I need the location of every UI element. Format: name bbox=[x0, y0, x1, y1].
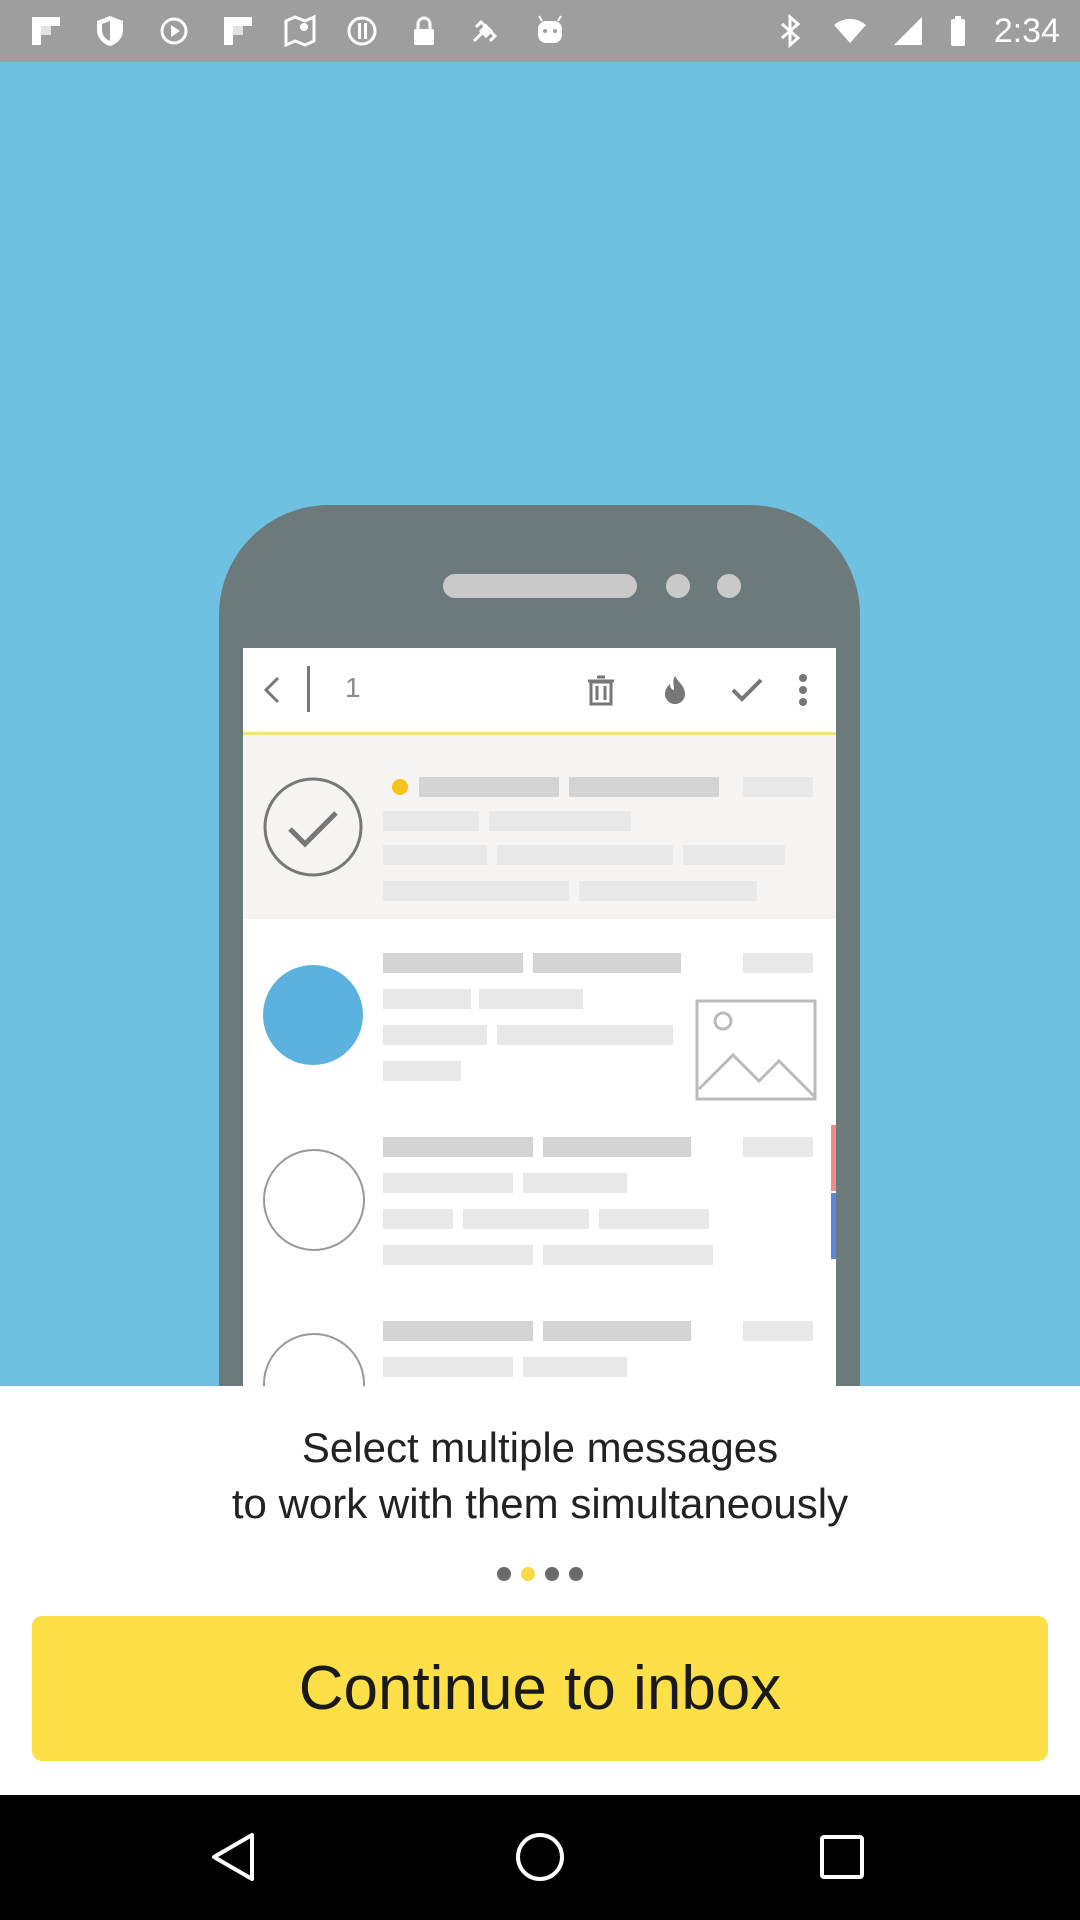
recents-nav-icon[interactable] bbox=[812, 1827, 872, 1887]
placeholder-bar bbox=[383, 1245, 533, 1265]
phone-illustration: 1 bbox=[219, 505, 860, 1386]
page-dot-active bbox=[521, 1567, 535, 1581]
flipboard-icon-2 bbox=[224, 17, 252, 45]
phone-sensor-dot bbox=[717, 574, 741, 598]
placeholder-bar bbox=[743, 1137, 813, 1157]
onboarding-description: Select multiple messages to work with th… bbox=[0, 1420, 1080, 1532]
placeholder-bar bbox=[383, 1025, 487, 1045]
description-line-1: Select multiple messages bbox=[301, 1424, 779, 1471]
sync-icon bbox=[347, 16, 377, 46]
placeholder-bar bbox=[383, 845, 487, 865]
back-arrow-icon bbox=[263, 676, 280, 704]
placeholder-bar bbox=[383, 1061, 461, 1081]
android-icon bbox=[538, 15, 562, 43]
selected-check-icon bbox=[263, 777, 363, 877]
placeholder-bar bbox=[463, 1209, 589, 1229]
illustration-row bbox=[243, 1103, 836, 1287]
home-nav-icon[interactable] bbox=[510, 1827, 570, 1887]
lock-icon bbox=[414, 16, 434, 45]
placeholder-bar bbox=[579, 881, 757, 901]
maps-icon bbox=[284, 14, 316, 48]
placeholder-bar bbox=[543, 1245, 713, 1265]
unread-dot bbox=[392, 779, 408, 795]
status-time: 2:34 bbox=[993, 12, 1060, 50]
placeholder-bar bbox=[743, 1321, 813, 1341]
placeholder-bar bbox=[383, 953, 523, 973]
placeholder-bar bbox=[383, 1173, 513, 1193]
page-dot bbox=[545, 1567, 559, 1581]
placeholder-bar bbox=[533, 953, 681, 973]
placeholder-bar bbox=[523, 1357, 627, 1377]
placeholder-bar bbox=[523, 1173, 627, 1193]
placeholder-bar bbox=[383, 1321, 533, 1341]
system-navigation-bar bbox=[0, 1795, 1080, 1920]
placeholder-bar bbox=[683, 845, 785, 865]
phone-camera-dot bbox=[666, 574, 690, 598]
placeholder-bar bbox=[419, 777, 559, 797]
placeholder-bar bbox=[543, 1137, 691, 1157]
avatar bbox=[263, 965, 363, 1065]
shield-icon bbox=[97, 16, 123, 46]
back-nav-icon[interactable] bbox=[206, 1827, 266, 1887]
placeholder-bar bbox=[743, 953, 813, 973]
page-dot bbox=[569, 1567, 583, 1581]
placeholder-bar bbox=[497, 1025, 673, 1045]
illustration-row-selected bbox=[243, 735, 836, 919]
placeholder-bar bbox=[599, 1209, 709, 1229]
flipboard-icon bbox=[32, 17, 60, 45]
phone-speaker bbox=[443, 574, 637, 598]
placeholder-bar bbox=[479, 989, 583, 1009]
play-icon bbox=[160, 17, 188, 45]
illustration-row bbox=[243, 1287, 836, 1386]
more-icon bbox=[799, 674, 807, 706]
label-marker-blue bbox=[831, 1193, 836, 1259]
description-line-2: to work with them simultaneously bbox=[231, 1480, 849, 1527]
phone-screen: 1 bbox=[243, 648, 836, 1386]
illustration-toolbar: 1 bbox=[243, 648, 836, 735]
avatar-outline bbox=[263, 1149, 365, 1251]
placeholder-bar bbox=[383, 811, 479, 831]
placeholder-bar bbox=[497, 845, 673, 865]
onboarding-illustration: 1 bbox=[0, 62, 1080, 1386]
check-icon bbox=[731, 678, 763, 702]
trash-icon bbox=[588, 675, 614, 706]
placeholder-bar bbox=[383, 989, 471, 1009]
toolbar-divider bbox=[307, 666, 310, 712]
signal-icon bbox=[894, 17, 922, 45]
illustration-row bbox=[243, 919, 836, 1103]
label-marker-red bbox=[831, 1125, 836, 1191]
placeholder-bar bbox=[383, 1357, 513, 1377]
placeholder-bar bbox=[383, 881, 569, 901]
continue-to-inbox-button[interactable]: Continue to inbox bbox=[32, 1616, 1048, 1761]
selected-count: 1 bbox=[345, 672, 361, 703]
avatar-outline bbox=[263, 1333, 365, 1386]
wifi-icon bbox=[834, 18, 866, 43]
placeholder-bar bbox=[543, 1321, 691, 1341]
page-indicator bbox=[0, 1567, 1080, 1583]
page-dot bbox=[497, 1567, 511, 1581]
placeholder-bar bbox=[383, 1137, 533, 1157]
satellite-icon bbox=[472, 19, 498, 43]
placeholder-bar bbox=[383, 1209, 453, 1229]
placeholder-bar bbox=[743, 777, 813, 797]
image-attachment-icon bbox=[695, 999, 817, 1101]
status-bar: 2:34 bbox=[0, 0, 1080, 62]
fire-icon bbox=[665, 676, 685, 704]
battery-icon bbox=[951, 16, 965, 46]
placeholder-bar bbox=[569, 777, 719, 797]
placeholder-bar bbox=[489, 811, 631, 831]
bluetooth-icon bbox=[781, 13, 801, 49]
